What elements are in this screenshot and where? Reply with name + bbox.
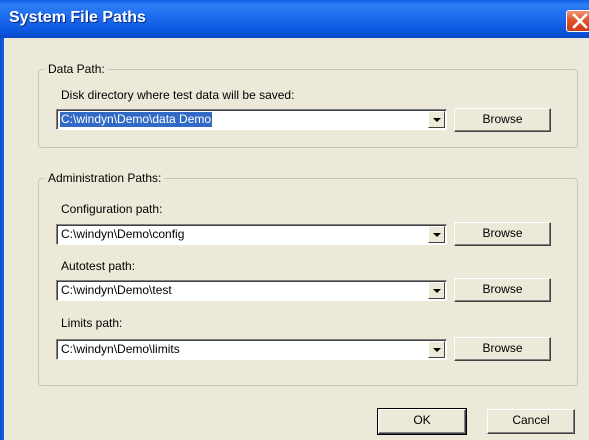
autotest-path-dropdown-button[interactable] (428, 282, 445, 299)
data-path-combo[interactable]: C:\windyn\Demo\data Demo (56, 109, 447, 130)
autotest-path-value[interactable]: C:\windyn\Demo\test (60, 283, 173, 298)
data-path-browse-button[interactable]: Browse (454, 108, 551, 132)
limits-path-dropdown-button[interactable] (428, 341, 445, 358)
chevron-down-icon (433, 118, 441, 122)
close-icon (572, 13, 588, 29)
configuration-path-value[interactable]: C:\windyn\Demo\config (60, 227, 185, 242)
autotest-path-combo[interactable]: C:\windyn\Demo\test (56, 280, 447, 301)
configuration-path-label: Configuration path: (61, 202, 163, 216)
ok-label: OK (413, 413, 431, 427)
browse-label: Browse (482, 282, 523, 296)
browse-label: Browse (482, 112, 523, 126)
data-path-dropdown-button[interactable] (428, 111, 445, 128)
limits-path-value[interactable]: C:\windyn\Demo\limits (60, 342, 181, 357)
data-path-group-label: Data Path: (45, 62, 108, 76)
limits-path-label: Limits path: (61, 316, 123, 330)
window-title: System File Paths (9, 9, 146, 26)
limits-path-combo[interactable]: C:\windyn\Demo\limits (56, 339, 447, 360)
chevron-down-icon (433, 233, 441, 237)
browse-label: Browse (482, 226, 523, 240)
chevron-down-icon (433, 348, 441, 352)
limits-path-browse-button[interactable]: Browse (454, 337, 551, 361)
dialog-body: Data Path: Disk directory where test dat… (4, 38, 589, 440)
configuration-path-browse-button[interactable]: Browse (454, 222, 551, 246)
title-bar[interactable]: System File Paths (0, 0, 589, 39)
autotest-path-label: Autotest path: (61, 259, 136, 273)
configuration-path-combo[interactable]: C:\windyn\Demo\config (56, 224, 447, 245)
data-path-description: Disk directory where test data will be s… (61, 88, 295, 102)
cancel-label: Cancel (512, 413, 550, 427)
data-path-value[interactable]: C:\windyn\Demo\data Demo (60, 112, 213, 127)
chevron-down-icon (433, 289, 441, 293)
close-button[interactable] (566, 10, 589, 32)
cancel-button[interactable]: Cancel (487, 409, 575, 434)
browse-label: Browse (482, 341, 523, 355)
admin-paths-group-label: Administration Paths: (45, 171, 165, 185)
ok-button[interactable]: OK (377, 408, 467, 435)
autotest-path-browse-button[interactable]: Browse (454, 278, 551, 302)
configuration-path-dropdown-button[interactable] (428, 226, 445, 243)
